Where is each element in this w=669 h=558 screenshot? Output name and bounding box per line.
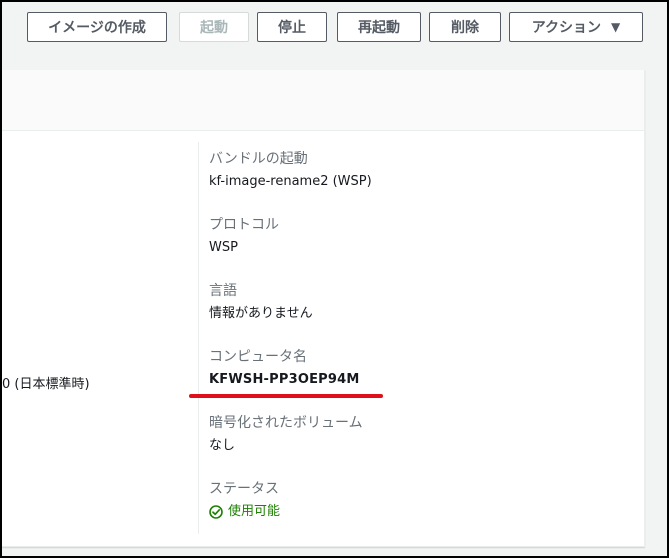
status-label: ステータス [209, 481, 279, 497]
encrypted-volumes-label: 暗号化されたボリューム [209, 415, 363, 431]
protocol-value: WSP [209, 240, 238, 255]
actions-label: アクション [531, 20, 602, 36]
column-divider [198, 142, 199, 534]
panel-header [2, 70, 644, 131]
bundle-label: バンドルの起動 [209, 151, 308, 167]
bundle-value: kf-image-rename2 (WSP) [209, 174, 372, 189]
delete-button[interactable]: 削除 [429, 12, 501, 42]
protocol-label: プロトコル [209, 217, 279, 233]
timezone-value: 0 (日本標準時) [2, 377, 90, 392]
encrypted-volumes-field: 暗号化されたボリューム なし [209, 414, 363, 454]
encrypted-volumes-value: なし [209, 438, 236, 453]
bundle-field: バンドルの起動 kf-image-rename2 (WSP) [209, 150, 372, 190]
stop-button[interactable]: 停止 [257, 12, 327, 42]
status-field: ステータス 使用可能 [209, 480, 280, 520]
actions-dropdown-button[interactable]: アクション ▼ [509, 12, 643, 42]
computer-name-label: コンピュータ名 [209, 349, 307, 365]
protocol-field: プロトコル WSP [209, 216, 279, 256]
language-label: 言語 [209, 283, 237, 299]
status-text: 使用可能 [228, 504, 281, 519]
language-value: 情報がありません [209, 306, 313, 321]
action-toolbar: イメージの作成 起動 停止 再起動 削除 アクション ▼ [2, 12, 667, 46]
status-value: 使用可能 [209, 503, 280, 520]
create-image-button[interactable]: イメージの作成 [27, 12, 167, 42]
screenshot-frame: イメージの作成 起動 停止 再起動 削除 アクション ▼ 0 (日本標準時) バ… [0, 0, 669, 558]
restart-button[interactable]: 再起動 [337, 12, 421, 42]
computer-name-value: KFWSH-PP3OEP94M [209, 372, 360, 387]
start-button: 起動 [179, 12, 249, 42]
language-field: 言語 情報がありません [209, 282, 313, 322]
red-highlight-underline [189, 394, 383, 398]
caret-down-icon: ▼ [611, 20, 621, 34]
check-circle-icon [209, 504, 223, 519]
workspace-details-panel: 0 (日本標準時) バンドルの起動 kf-image-rename2 (WSP)… [2, 70, 645, 547]
computer-name-field: コンピュータ名 KFWSH-PP3OEP94M [209, 348, 360, 388]
